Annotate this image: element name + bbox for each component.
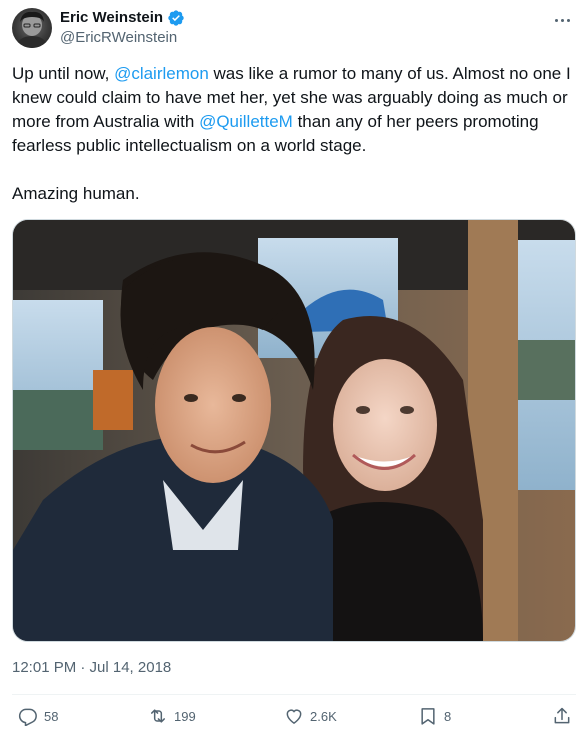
heart-icon (286, 709, 302, 724)
avatar[interactable] (12, 8, 52, 48)
tweet-actions-bar: 58 199 2.6K 8 (0, 706, 588, 732)
tweet-closing-line: Amazing human. (12, 184, 140, 203)
share-button[interactable] (552, 706, 572, 726)
reply-button[interactable]: 58 (18, 706, 58, 726)
bookmark-count: 8 (444, 708, 452, 724)
mention-clairlemon-link[interactable]: @clairlemon (114, 64, 209, 83)
tweet-timestamp[interactable]: 12:01 PM · Jul 14, 2018 (12, 658, 171, 678)
author-name-row: Eric Weinstein (60, 8, 185, 28)
like-button[interactable]: 2.6K (284, 706, 337, 726)
bookmark-button[interactable]: 8 (418, 706, 451, 726)
repost-icon (151, 709, 165, 723)
tweet-card: Eric Weinstein @EricRWeinstein Up until … (0, 0, 588, 736)
tweet-photo[interactable] (12, 219, 576, 642)
repost-count: 199 (174, 708, 196, 724)
bookmark-icon (421, 708, 435, 725)
tweet-paragraph: Up until now, @clairlemon was like a rum… (12, 62, 578, 158)
repost-button[interactable]: 199 (148, 706, 196, 726)
reply-count: 58 (44, 708, 59, 724)
author-handle[interactable]: @EricRWeinstein (60, 28, 177, 48)
tweet-text-segment: Up until now, (12, 64, 115, 83)
reply-icon (18, 708, 37, 726)
like-count: 2.6K (310, 708, 337, 724)
author-display-name[interactable]: Eric Weinstein (60, 8, 163, 28)
mention-quillettem-link[interactable]: @QuilletteM (199, 112, 293, 131)
divider (12, 694, 576, 695)
share-icon (554, 707, 570, 724)
verified-badge-icon (168, 10, 184, 26)
tweet-text: Up until now, @clairlemon was like a rum… (12, 62, 578, 206)
more-options-icon[interactable] (550, 8, 574, 32)
